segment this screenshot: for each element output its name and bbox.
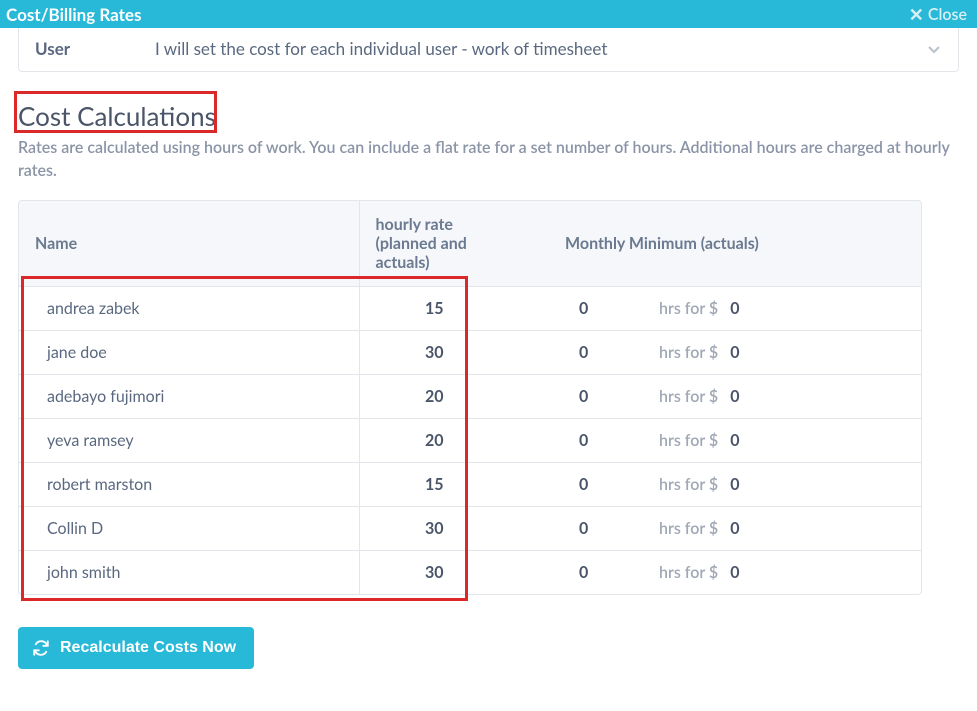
min-hrs-value[interactable]: 0 — [579, 431, 659, 450]
section-title: Cost Calculations — [18, 100, 959, 132]
min-hrs-value[interactable]: 0 — [579, 343, 659, 362]
min-hrs-value[interactable]: 0 — [579, 387, 659, 406]
cell-spacer — [509, 507, 549, 551]
min-amt-value[interactable]: 0 — [730, 299, 739, 318]
cell-rate[interactable]: 30 — [359, 507, 509, 551]
cell-spacer — [509, 551, 549, 595]
cell-monthly-min: 0hrs for $0 — [549, 375, 921, 419]
min-label: hrs for $ — [659, 563, 718, 582]
cell-name: jane doe — [19, 331, 359, 375]
recalculate-button[interactable]: Recalculate Costs Now — [18, 627, 254, 669]
cell-name: yeva ramsey — [19, 419, 359, 463]
min-amt-value[interactable]: 0 — [730, 519, 739, 538]
cell-rate[interactable]: 15 — [359, 287, 509, 331]
chevron-down-icon — [926, 41, 942, 57]
refresh-icon — [32, 639, 50, 657]
cell-rate[interactable]: 30 — [359, 331, 509, 375]
cell-name: robert marston — [19, 463, 359, 507]
table-row: andrea zabek150hrs for $0 — [19, 287, 921, 331]
cell-monthly-min: 0hrs for $0 — [549, 551, 921, 595]
cell-monthly-min: 0hrs for $0 — [549, 463, 921, 507]
cell-rate[interactable]: 20 — [359, 419, 509, 463]
recalculate-label: Recalculate Costs Now — [60, 639, 236, 657]
cell-spacer — [509, 375, 549, 419]
table-row: yeva ramsey200hrs for $0 — [19, 419, 921, 463]
cell-spacer — [509, 463, 549, 507]
min-label: hrs for $ — [659, 299, 718, 318]
cell-monthly-min: 0hrs for $0 — [549, 331, 921, 375]
close-label: Close — [928, 5, 967, 24]
min-label: hrs for $ — [659, 519, 718, 538]
modal-title: Cost/Billing Rates — [6, 4, 141, 25]
user-dropdown[interactable]: User I will set the cost for each indivi… — [18, 28, 959, 72]
cell-monthly-min: 0hrs for $0 — [549, 287, 921, 331]
min-amt-value[interactable]: 0 — [730, 387, 739, 406]
min-hrs-value[interactable]: 0 — [579, 475, 659, 494]
modal-header: Cost/Billing Rates ✕ Close — [0, 0, 977, 28]
cell-name: Collin D — [19, 507, 359, 551]
table-row: Collin D300hrs for $0 — [19, 507, 921, 551]
cell-monthly-min: 0hrs for $0 — [549, 507, 921, 551]
table-row: robert marston150hrs for $0 — [19, 463, 921, 507]
col-monthly-min: Monthly Minimum (actuals) — [549, 201, 921, 287]
rates-table: Name hourly rate (planned and actuals) M… — [18, 200, 922, 595]
cell-rate[interactable]: 15 — [359, 463, 509, 507]
min-hrs-value[interactable]: 0 — [579, 299, 659, 318]
col-rate: hourly rate (planned and actuals) — [359, 201, 509, 287]
table-row: john smith300hrs for $0 — [19, 551, 921, 595]
cell-name: adebayo fujimori — [19, 375, 359, 419]
close-button[interactable]: ✕ Close — [909, 5, 967, 24]
cell-spacer — [509, 287, 549, 331]
table-row: adebayo fujimori200hrs for $0 — [19, 375, 921, 419]
min-amt-value[interactable]: 0 — [730, 431, 739, 450]
min-label: hrs for $ — [659, 431, 718, 450]
modal-body: User I will set the cost for each indivi… — [0, 28, 977, 687]
min-hrs-value[interactable]: 0 — [579, 563, 659, 582]
dropdown-value: I will set the cost for each individual … — [155, 38, 926, 59]
cell-rate[interactable]: 30 — [359, 551, 509, 595]
min-label: hrs for $ — [659, 475, 718, 494]
min-amt-value[interactable]: 0 — [730, 343, 739, 362]
close-icon: ✕ — [909, 5, 924, 23]
table-header-row: Name hourly rate (planned and actuals) M… — [19, 201, 921, 287]
cell-spacer — [509, 331, 549, 375]
min-hrs-value[interactable]: 0 — [579, 519, 659, 538]
cell-spacer — [509, 419, 549, 463]
min-label: hrs for $ — [659, 387, 718, 406]
dropdown-label: User — [35, 38, 155, 59]
cell-monthly-min: 0hrs for $0 — [549, 419, 921, 463]
cell-name: andrea zabek — [19, 287, 359, 331]
min-label: hrs for $ — [659, 343, 718, 362]
col-name: Name — [19, 201, 359, 287]
col-spacer — [509, 201, 549, 287]
min-amt-value[interactable]: 0 — [730, 563, 739, 582]
cell-name: john smith — [19, 551, 359, 595]
section-desc: Rates are calculated using hours of work… — [18, 136, 959, 182]
table-row: jane doe300hrs for $0 — [19, 331, 921, 375]
cell-rate[interactable]: 20 — [359, 375, 509, 419]
min-amt-value[interactable]: 0 — [730, 475, 739, 494]
